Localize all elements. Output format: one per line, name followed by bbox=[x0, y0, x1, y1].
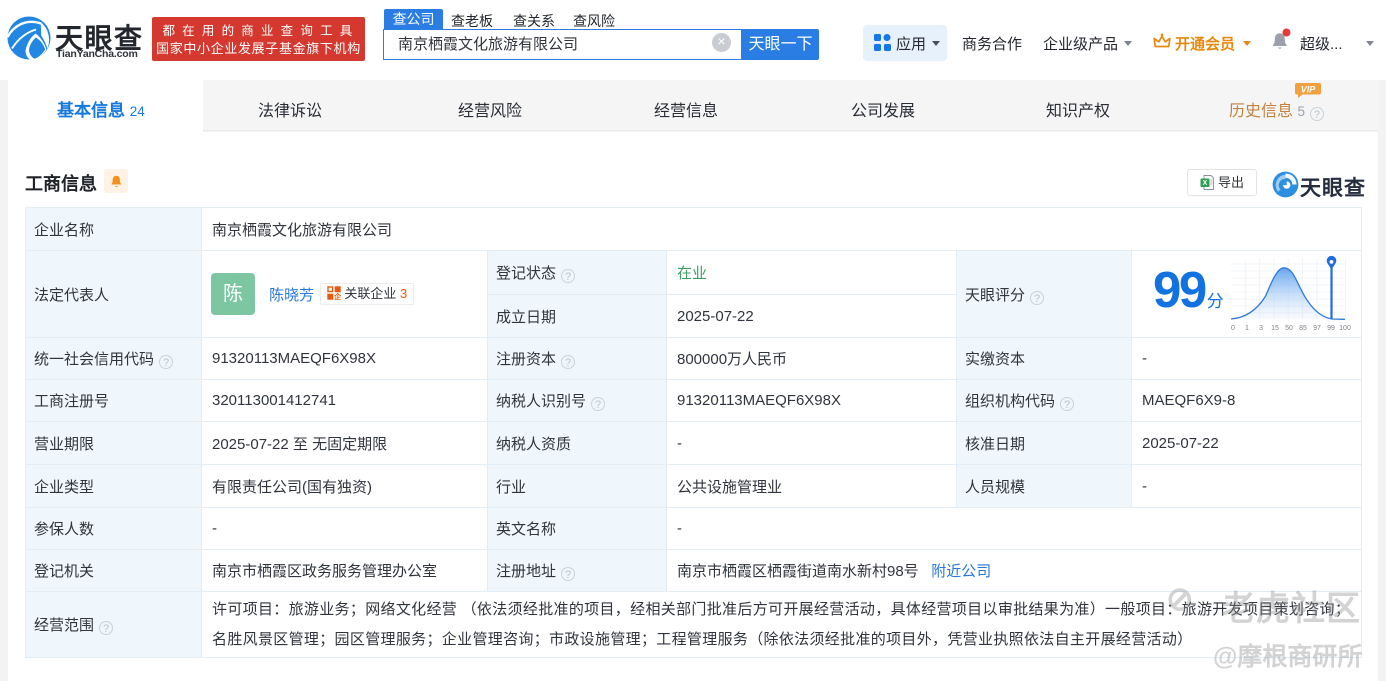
svg-text:0: 0 bbox=[1231, 325, 1235, 332]
svg-text:VIP: VIP bbox=[1301, 84, 1317, 94]
svg-text:1: 1 bbox=[1245, 325, 1249, 332]
svg-text:15: 15 bbox=[1271, 325, 1279, 332]
svg-text:97: 97 bbox=[1313, 325, 1321, 332]
svg-text:企: 企 bbox=[333, 291, 341, 300]
svg-text:50: 50 bbox=[1285, 325, 1293, 332]
svg-text:85: 85 bbox=[1299, 325, 1307, 332]
svg-text:99: 99 bbox=[1327, 325, 1335, 332]
svg-text:3: 3 bbox=[1259, 325, 1263, 332]
svg-text:100: 100 bbox=[1339, 325, 1351, 332]
svg-text:X: X bbox=[1203, 180, 1208, 187]
